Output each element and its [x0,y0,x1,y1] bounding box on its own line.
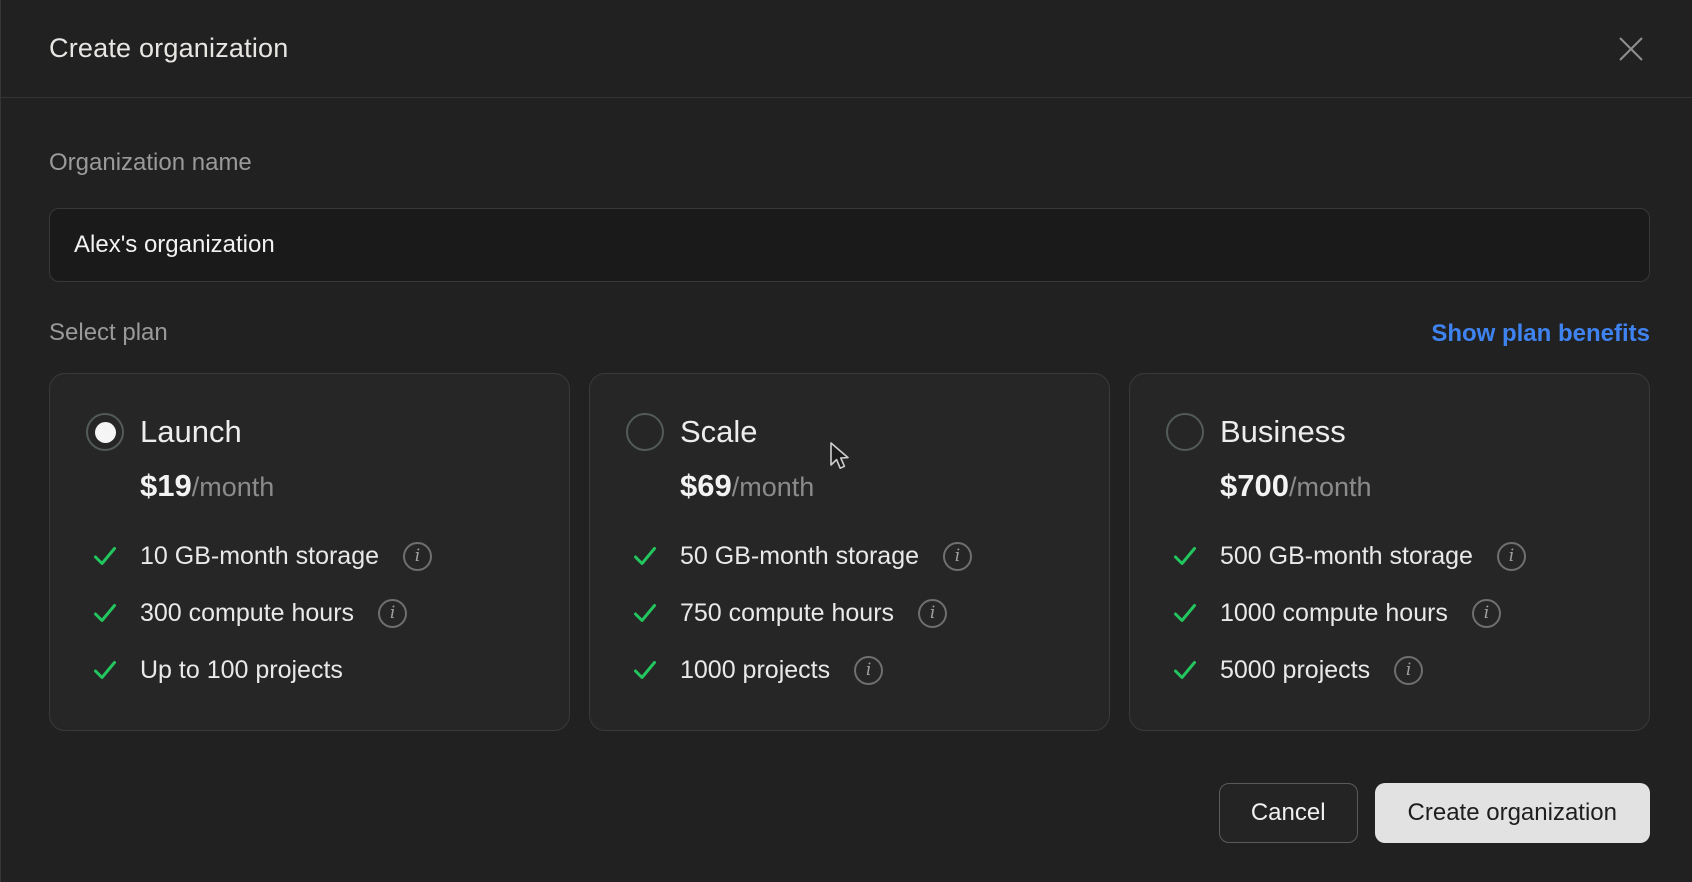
info-icon[interactable]: i [1394,656,1423,685]
plan-feature: 1000 compute hours i [1172,598,1621,628]
plan-feature: 5000 projects i [1172,655,1621,685]
check-icon [1172,543,1198,569]
plan-card-launch[interactable]: Launch $19 /month 10 GB-month storage i [49,373,570,731]
info-icon[interactable]: i [1472,599,1501,628]
check-icon [632,657,658,683]
modal-footer: Cancel Create organization [1,783,1692,843]
plan-price: $69 [680,468,732,504]
org-name-label: Organization name [49,148,1650,178]
plan-name: Business [1220,414,1346,450]
plan-period: /month [1289,472,1372,503]
modal-title: Create organization [49,33,288,64]
plan-period: /month [192,472,275,503]
check-icon [632,543,658,569]
plan-name: Launch [140,414,242,450]
plan-feature: 50 GB-month storage i [632,541,1081,571]
info-icon[interactable]: i [403,542,432,571]
radio-business[interactable] [1166,413,1204,451]
radio-selected-dot [95,422,116,443]
close-icon [1616,34,1646,64]
radio-scale[interactable] [626,413,664,451]
close-button[interactable] [1614,32,1648,66]
check-icon [632,600,658,626]
plan-period: /month [732,472,815,503]
check-icon [92,657,118,683]
info-icon[interactable]: i [378,599,407,628]
cancel-button[interactable]: Cancel [1219,783,1358,843]
show-plan-benefits-link[interactable]: Show plan benefits [1431,320,1650,348]
check-icon [92,543,118,569]
create-organization-button[interactable]: Create organization [1375,783,1650,843]
org-name-input[interactable] [49,208,1650,282]
info-icon[interactable]: i [918,599,947,628]
plan-feature: 300 compute hours i [92,598,541,628]
check-icon [92,600,118,626]
plan-card-scale[interactable]: Scale $69 /month 50 GB-month storage i [589,373,1110,731]
info-icon[interactable]: i [943,542,972,571]
check-icon [1172,600,1198,626]
plan-price: $19 [140,468,192,504]
check-icon [1172,657,1198,683]
radio-launch[interactable] [86,413,124,451]
plan-feature: 750 compute hours i [632,598,1081,628]
info-icon[interactable]: i [854,656,883,685]
plan-feature: Up to 100 projects i [92,655,541,685]
select-plan-label: Select plan [49,318,168,348]
plan-list: Launch $19 /month 10 GB-month storage i [49,373,1650,731]
plan-feature: 500 GB-month storage i [1172,541,1621,571]
plan-name: Scale [680,414,758,450]
modal-body: Organization name Select plan Show plan … [1,148,1692,731]
plan-price: $700 [1220,468,1289,504]
plan-card-business[interactable]: Business $700 /month 500 GB-month storag… [1129,373,1650,731]
plan-feature: 10 GB-month storage i [92,541,541,571]
modal-header: Create organization [1,0,1692,98]
plan-feature: 1000 projects i [632,655,1081,685]
info-icon[interactable]: i [1497,542,1526,571]
